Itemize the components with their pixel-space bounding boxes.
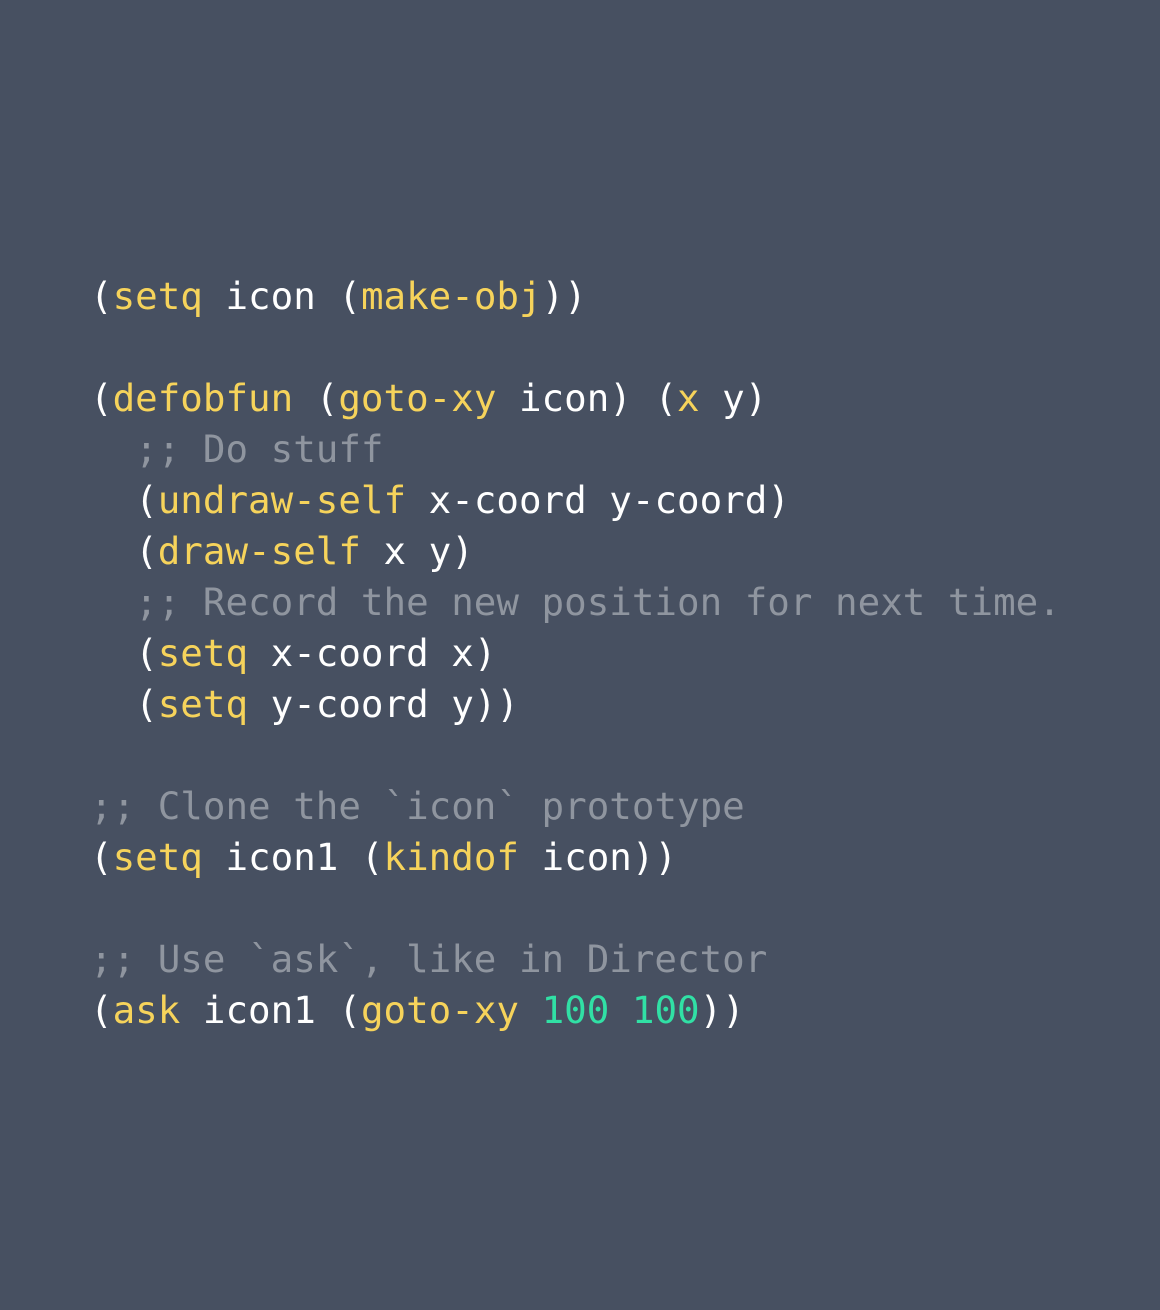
code-token: (: [90, 988, 113, 1032]
code-keyword: ask: [112, 988, 181, 1032]
code-token: (: [90, 529, 158, 573]
code-token: icon) (: [496, 376, 678, 420]
code-token: icon1 (: [180, 988, 361, 1032]
code-line: (defobfun (goto-xy icon) (x y): [90, 373, 1061, 424]
code-token: )): [699, 988, 745, 1032]
code-keyword: setq: [112, 274, 203, 318]
code-token: (: [90, 478, 158, 522]
code-line: (setq icon (make-obj)): [90, 271, 1061, 322]
code-keyword: make-obj: [360, 274, 542, 318]
code-block: (setq icon (make-obj)) (defobfun (goto-xy…: [90, 271, 1061, 1036]
code-number: 100: [631, 988, 700, 1032]
code-token: icon (: [202, 274, 361, 318]
code-token: (: [90, 376, 113, 420]
code-token: icon)): [518, 835, 678, 879]
code-keyword: setq: [157, 682, 249, 726]
code-keyword: goto-xy: [338, 376, 497, 420]
code-line: (draw-self x y): [90, 526, 1061, 577]
code-token: y-coord y)): [248, 682, 519, 726]
code-token: (: [90, 631, 158, 675]
code-token: y): [699, 376, 768, 420]
code-token: (: [90, 682, 158, 726]
code-line: ;; Use `ask`, like in Director: [90, 934, 1061, 985]
code-comment: ;; Clone the `icon` prototype: [90, 784, 745, 828]
code-keyword: draw-self: [157, 529, 361, 573]
code-line: (setq y-coord y)): [90, 679, 1061, 730]
code-line: (undraw-self x-coord y-coord): [90, 475, 1061, 526]
code-keyword: x: [677, 376, 700, 420]
code-comment: ;; Use `ask`, like in Director: [90, 937, 768, 981]
code-line: ;; Record the new position for next time…: [90, 577, 1061, 628]
code-token: (: [90, 274, 113, 318]
code-token: x y): [360, 529, 474, 573]
code-token: x-coord x): [248, 631, 497, 675]
code-line: (ask icon1 (goto-xy 100 100)): [90, 985, 1061, 1036]
code-comment: ;; Do stuff: [90, 427, 384, 471]
code-keyword: kindof: [383, 835, 519, 879]
code-line: (setq icon1 (kindof icon)): [90, 832, 1061, 883]
code-keyword: undraw-self: [157, 478, 407, 522]
code-token: x-coord y-coord): [406, 478, 790, 522]
code-keyword: setq: [112, 835, 203, 879]
code-token: (: [90, 835, 113, 879]
code-line: ;; Clone the `icon` prototype: [90, 781, 1061, 832]
code-token: (: [293, 376, 339, 420]
code-keyword: setq: [157, 631, 249, 675]
code-token: )): [541, 274, 587, 318]
code-line: ;; Do stuff: [90, 424, 1061, 475]
code-comment: ;; Record the new position for next time…: [90, 580, 1061, 624]
code-keyword: defobfun: [112, 376, 294, 420]
code-token: icon1 (: [202, 835, 384, 879]
code-number: 100: [541, 988, 610, 1032]
code-keyword: goto-xy: [360, 988, 519, 1032]
code-line: (setq x-coord x): [90, 628, 1061, 679]
